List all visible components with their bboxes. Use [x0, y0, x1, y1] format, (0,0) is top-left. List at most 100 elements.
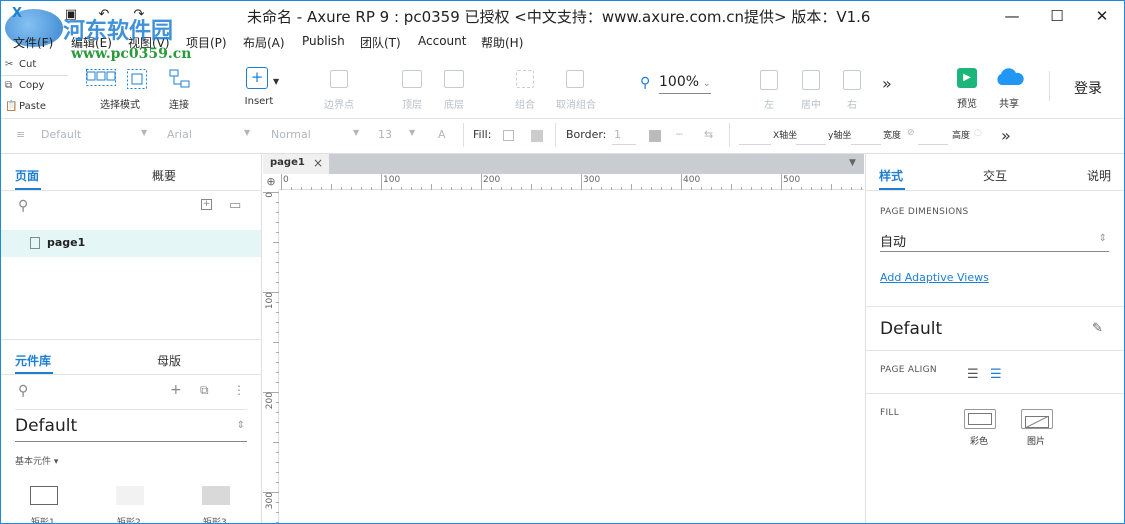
cut-button[interactable]: ✂ Cut	[5, 59, 36, 70]
select-mode-intersect-icon[interactable]	[86, 69, 116, 91]
select-mode-contain-icon[interactable]	[127, 69, 147, 89]
more-vertical-icon[interactable]: ⋮	[233, 383, 245, 397]
menu-project[interactable]: 项目(P)	[186, 34, 227, 51]
align-center-icon[interactable]	[802, 70, 820, 90]
edit-style-icon[interactable]: ✎	[1092, 321, 1103, 336]
maximize-button[interactable]: ☐	[1034, 1, 1080, 31]
close-button[interactable]: ✕	[1079, 1, 1124, 31]
category-header[interactable]: 基本元件 ▾	[15, 454, 58, 467]
tab-outline[interactable]: 概要	[152, 167, 176, 184]
updown-icon: ⇕	[1098, 233, 1107, 244]
tab-masters[interactable]: 母版	[157, 352, 181, 369]
ruler-label: 100	[383, 175, 401, 185]
menu-publish[interactable]: Publish	[302, 34, 345, 48]
widget-rectangle-1[interactable]	[30, 486, 58, 505]
menu-account[interactable]: Account	[418, 34, 466, 48]
font-weight-select[interactable]: Normal	[271, 128, 311, 141]
menu-file[interactable]: 文件(F)	[13, 34, 53, 51]
border-style-icon[interactable]: ┄	[676, 128, 683, 141]
boundary-points-icon[interactable]	[330, 70, 348, 88]
lock-icon[interactable]: ⊘	[907, 128, 915, 138]
zoom-select[interactable]: 100% ⌄	[659, 74, 711, 94]
width-input[interactable]	[851, 144, 881, 145]
font-select[interactable]: Arial	[167, 128, 192, 141]
tab-pages[interactable]: 页面	[15, 167, 39, 184]
page-name: page1	[47, 236, 86, 249]
bring-to-front-icon[interactable]	[402, 70, 422, 88]
fill-color-swatch[interactable]	[503, 130, 514, 141]
chevron-down-icon: ▼	[353, 128, 360, 137]
widget-rectangle-3[interactable]	[202, 486, 230, 505]
tab-page1[interactable]: page1 ×	[263, 154, 329, 174]
list-item[interactable]: page1	[1, 230, 261, 257]
image-placeholder-icon	[1024, 415, 1050, 429]
arrow-style-icon[interactable]: ⇆	[704, 128, 713, 141]
send-to-back-icon[interactable]	[444, 70, 464, 88]
login-button[interactable]: 登录	[1074, 78, 1102, 98]
divider	[1, 118, 1124, 119]
border-width-input[interactable]: 1	[614, 128, 621, 141]
menu-help[interactable]: 帮助(H)	[481, 34, 523, 51]
search-icon[interactable]: ⚲	[18, 198, 28, 214]
add-library-icon[interactable]: +	[170, 382, 182, 398]
font-size-select[interactable]: 13	[378, 128, 392, 141]
y-input[interactable]	[796, 144, 826, 145]
chevron-down-icon: ▼	[244, 128, 251, 137]
tab-style[interactable]: 样式	[879, 167, 903, 184]
ruler-label: 400	[683, 175, 701, 185]
widget-rectangle-2[interactable]	[116, 486, 144, 505]
fill-image-button[interactable]	[1021, 409, 1053, 429]
library-select[interactable]: Default ⇕	[15, 416, 247, 442]
format-more-button[interactable]: »	[1001, 126, 1011, 145]
toolbar-more-button[interactable]: »	[882, 74, 892, 93]
fill-shadow-icon[interactable]	[531, 130, 543, 142]
design-canvas[interactable]	[280, 191, 864, 523]
divider	[866, 393, 1124, 394]
connect-label: 连接	[169, 100, 189, 111]
page-icon	[30, 237, 40, 249]
share-cloud-icon[interactable]	[993, 67, 1025, 87]
menu-layout[interactable]: 布局(A)	[243, 34, 285, 51]
minimize-button[interactable]: —	[989, 1, 1035, 31]
tab-library[interactable]: 元件库	[15, 352, 51, 369]
watermark-url: www.pc0359.cn	[71, 46, 192, 62]
insert-plus-icon[interactable]: +	[246, 67, 268, 89]
fill-color-button[interactable]	[964, 409, 996, 429]
preview-play-icon[interactable]: ▶	[957, 68, 977, 88]
divider	[555, 123, 556, 147]
ungroup-icon[interactable]	[566, 70, 584, 88]
border-color-swatch[interactable]	[649, 130, 661, 142]
align-left-icon[interactable]: ☰	[967, 367, 979, 382]
style-select[interactable]: Default	[41, 128, 81, 141]
x-input[interactable]	[739, 144, 771, 145]
search-icon[interactable]: ⚲	[18, 383, 28, 399]
align-left-icon[interactable]	[760, 70, 778, 90]
ruler-label: 200	[265, 392, 275, 410]
paint-format-icon[interactable]: ≡	[16, 128, 25, 141]
ruler-label: 100	[265, 292, 275, 310]
style-name: Default	[880, 319, 943, 339]
font-color-button[interactable]: A	[438, 128, 446, 141]
paste-button[interactable]: 📋 Paste	[5, 101, 46, 112]
add-page-icon[interactable]: +	[201, 199, 212, 210]
insert-label: Insert	[244, 96, 274, 107]
align-right-icon[interactable]	[843, 70, 861, 90]
visibility-icon[interactable]: ◌	[974, 128, 982, 138]
add-folder-icon[interactable]: ▭	[229, 198, 241, 213]
align-center-icon[interactable]: ☰	[990, 367, 1002, 382]
tabs-dropdown-icon[interactable]: ▼	[849, 158, 856, 168]
add-adaptive-views-link[interactable]: Add Adaptive Views	[880, 271, 989, 284]
insert-dropdown-icon[interactable]: ▼	[273, 77, 279, 86]
right-panel: 样式 交互 说明 PAGE DIMENSIONS 自动 ⇕ Add Adapti…	[865, 154, 1124, 523]
height-input[interactable]	[918, 144, 948, 145]
tab-notes[interactable]: 说明	[1087, 167, 1111, 184]
connect-icon[interactable]	[169, 69, 191, 89]
close-tab-icon[interactable]: ×	[313, 156, 323, 170]
divider	[15, 409, 247, 410]
menu-team[interactable]: 团队(T)	[360, 34, 401, 51]
page-dimensions-select[interactable]: 自动 ⇕	[880, 231, 1109, 252]
tab-interactions[interactable]: 交互	[983, 167, 1007, 184]
copy-button[interactable]: ⧉ Copy	[5, 80, 44, 91]
group-icon[interactable]	[516, 70, 534, 88]
library-copy-icon[interactable]: ⧉	[200, 383, 209, 398]
